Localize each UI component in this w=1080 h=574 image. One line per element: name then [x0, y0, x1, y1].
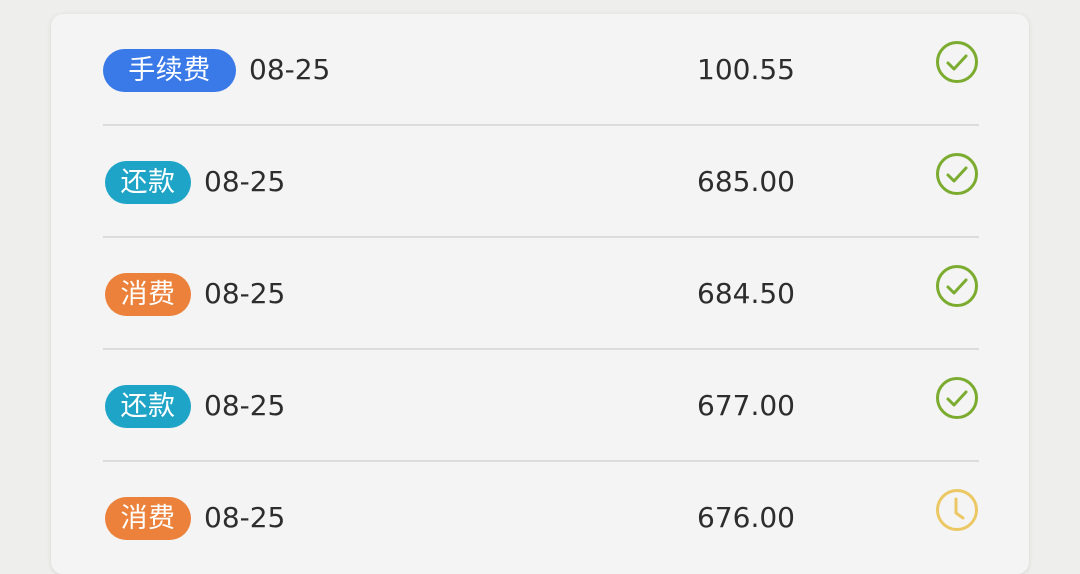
transaction-type-badge: 消费: [105, 497, 191, 540]
transaction-amount: 684.50: [697, 277, 795, 310]
clock-icon: [934, 487, 980, 533]
transaction-type-badge: 手续费: [103, 49, 236, 92]
transaction-row[interactable]: 消费 08-25 676.00: [103, 462, 979, 574]
transaction-date: 08-25: [204, 277, 286, 310]
transaction-row[interactable]: 还款 08-25 685.00: [103, 126, 979, 238]
transaction-type-badge: 消费: [105, 273, 191, 316]
transaction-row[interactable]: 消费 08-25 684.50: [103, 238, 979, 350]
transaction-amount: 685.00: [697, 165, 795, 198]
transaction-row[interactable]: 还款 08-25 677.00: [103, 350, 979, 462]
transaction-date: 08-25: [204, 165, 286, 198]
check-circle-icon: [934, 151, 980, 197]
transaction-amount: 677.00: [697, 389, 795, 422]
transaction-amount: 100.55: [697, 53, 795, 86]
transaction-row[interactable]: 手续费 08-25 100.55: [103, 14, 979, 126]
check-circle-icon: [934, 375, 980, 421]
transactions-card: 手续费 08-25 100.55 还款 08-25 685.00 消费 08-2…: [51, 14, 1029, 574]
check-circle-icon: [934, 39, 980, 85]
transaction-date: 08-25: [249, 53, 331, 86]
transaction-amount: 676.00: [697, 501, 795, 534]
transaction-type-badge: 还款: [105, 385, 191, 428]
transaction-date: 08-25: [204, 501, 286, 534]
transaction-date: 08-25: [204, 389, 286, 422]
check-circle-icon: [934, 263, 980, 309]
transaction-type-badge: 还款: [105, 161, 191, 204]
